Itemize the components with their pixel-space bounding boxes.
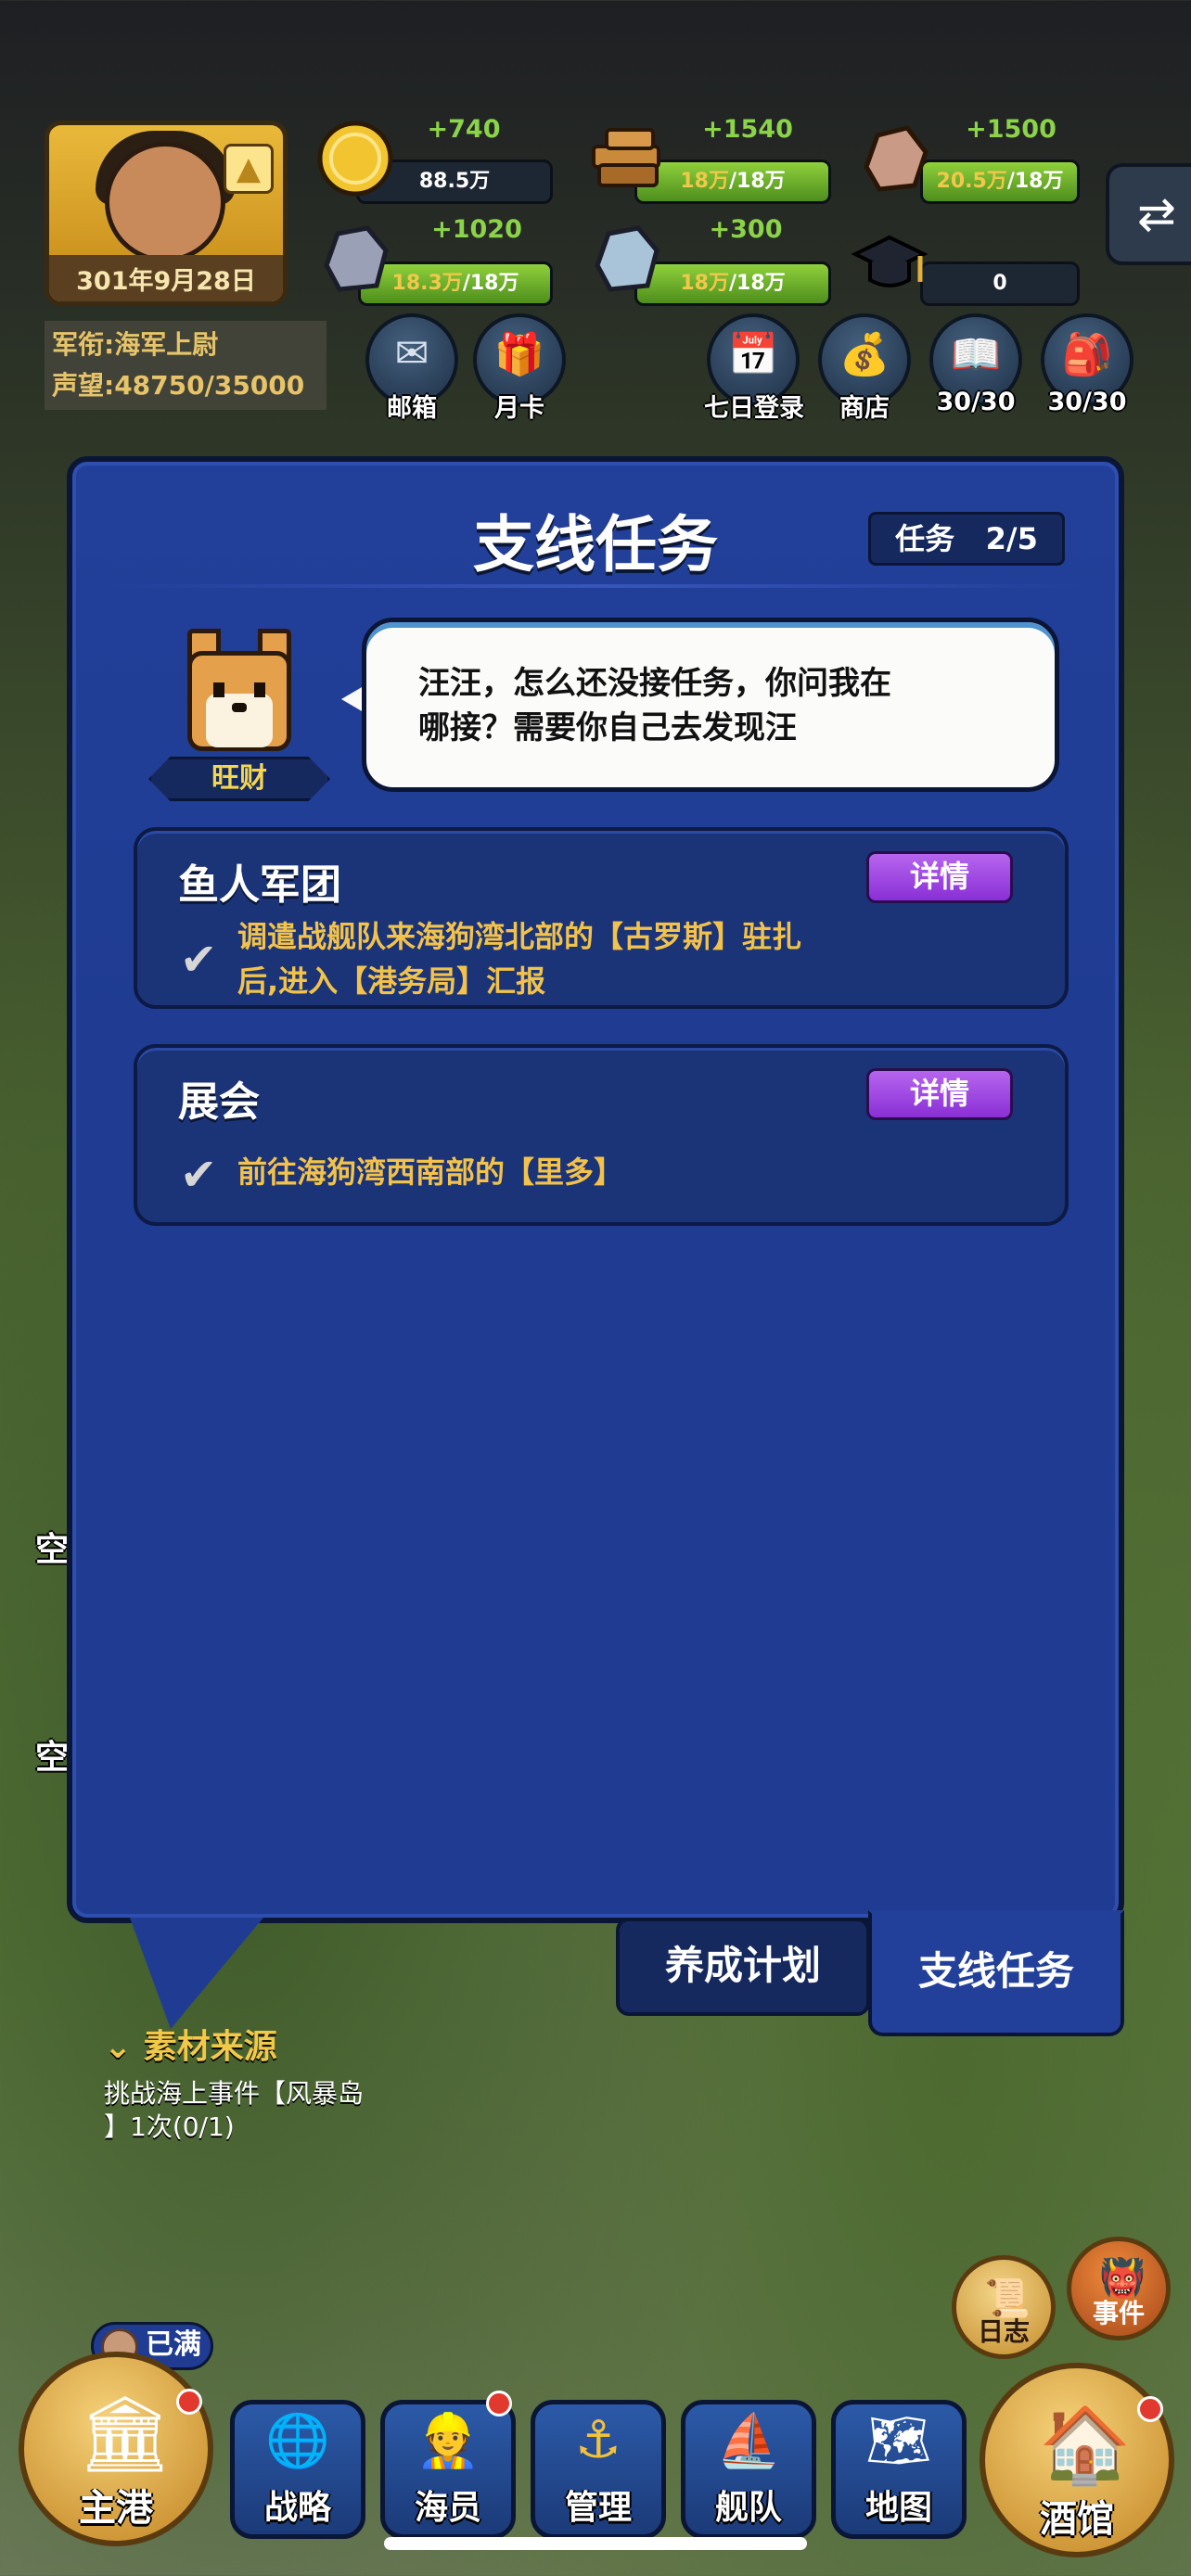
notification-dot	[486, 2391, 512, 2417]
bag-count: 30/30	[1047, 388, 1127, 416]
nav-crew-label: 海员	[414, 2489, 481, 2527]
nav-map[interactable]: 🗺 地图	[831, 2400, 967, 2539]
nav-tavern[interactable]: 🏠 酒馆	[980, 2363, 1174, 2557]
title-divider	[109, 584, 1082, 588]
stone-plus: +1500	[966, 115, 1057, 144]
wood-plus: +1540	[702, 115, 793, 144]
nav-crew[interactable]: 👷 海员	[380, 2400, 516, 2539]
task-card-fishman-legion: 鱼人军团 详情 ✔ 调遣战舰队来海狗湾北部的【古罗斯】驻扎 后,进入【港务局】汇…	[134, 827, 1069, 1009]
anchor-icon: ⚓	[574, 2410, 622, 2470]
ship-icon: ⛵	[716, 2411, 781, 2471]
crystal-plus: +300	[709, 215, 783, 244]
notification-dot	[176, 2389, 202, 2415]
swap-arrows-icon: ⇄	[1137, 187, 1176, 241]
gift-icon: 🎁	[493, 331, 545, 378]
nav-strategy[interactable]: 🌐 战略	[230, 2400, 365, 2539]
open-book-icon: 📖	[950, 331, 1002, 378]
nav-manage-label: 管理	[564, 2489, 632, 2527]
swap-button[interactable]: ⇄	[1106, 163, 1191, 265]
globe-icon: 🌐	[265, 2411, 330, 2471]
material-source-desc: 挑战海上事件【风暴岛 】1次(0/1)	[104, 2078, 365, 2142]
side-slot-label: 空	[34, 1739, 69, 1777]
side-slot-label: 空	[34, 1531, 69, 1569]
shop-label: 商店	[839, 394, 890, 423]
book-count: 30/30	[936, 388, 1016, 416]
stone-bar: 20.5万/18万	[920, 159, 1080, 204]
wood-icon	[586, 119, 666, 198]
envelope-icon: ✉	[394, 330, 429, 377]
task-detail-button[interactable]: 详情	[866, 851, 1013, 903]
monthly-card-label: 月卡	[494, 394, 544, 423]
task-description: 前往海狗湾西南部的【里多】	[237, 1154, 624, 1190]
backpack-icon: 🎒	[1061, 331, 1113, 378]
task-name: 鱼人军团	[178, 861, 341, 909]
material-source-title: ⌄ 素材来源	[104, 2028, 277, 2066]
notification-dot	[1137, 2396, 1163, 2422]
nav-fleet[interactable]: ⛵ 舰队	[681, 2400, 816, 2539]
iron-ore-icon	[315, 219, 395, 299]
tab-side-quests[interactable]: 支线任务	[868, 1910, 1124, 2036]
log-label: 日志	[977, 2316, 1030, 2347]
nav-map-label: 地图	[864, 2489, 932, 2527]
chevron-down-icon: ⌄	[104, 2028, 133, 2066]
calendar-icon: 📅	[727, 331, 779, 378]
panel-tail	[130, 1918, 263, 2029]
player-avatar[interactable]: ▲ 301年9月28日	[45, 121, 288, 306]
npc-speech-bubble: 汪汪，怎么还没接任务，你问我在 哪接？需要你自己去发现汪	[362, 618, 1059, 792]
task-card-exhibition: 展会 详情 ✔ 前往海狗湾西南部的【里多】	[134, 1044, 1069, 1226]
gold-plus: +740	[427, 115, 501, 144]
checkmark-icon: ✔	[180, 1149, 218, 1201]
nav-tavern-label: 酒馆	[1040, 2498, 1114, 2541]
tavern-building-icon: 🏠	[1039, 2402, 1132, 2488]
task-description: 调遣战舰队来海狗湾北部的【古罗斯】驻扎 后,进入【港务局】汇报	[237, 919, 802, 999]
seven-day-login-label: 七日登录	[704, 394, 804, 423]
tab-training-plan[interactable]: 养成计划	[616, 1918, 870, 2016]
log-button[interactable]: 📜 日志	[952, 2255, 1056, 2359]
academy-value: 0	[992, 272, 1007, 295]
crew-member-icon: 👷	[416, 2411, 480, 2471]
harbor-building-icon: 🏛	[78, 2391, 173, 2477]
event-button[interactable]: 👹 事件	[1067, 2237, 1171, 2340]
nav-manage[interactable]: ⚓ 管理	[531, 2400, 666, 2539]
speech-line: 哪接？需要你自己去发现汪	[418, 709, 797, 746]
nav-harbor-label: 主港	[79, 2487, 153, 2530]
mail-label: 邮箱	[387, 394, 437, 423]
game-date: 301年9月28日	[49, 255, 283, 301]
academy-bar: 0	[920, 261, 1080, 306]
crystal-ore-icon	[586, 219, 666, 299]
side-quest-panel: 支线任务 任务 2/5 旺财 汪汪，怎么还没接任务，你问我在 哪接？需要你自己去…	[67, 456, 1124, 1923]
home-indicator[interactable]	[384, 2537, 807, 2550]
stone-icon	[853, 119, 933, 198]
graduation-cap-icon	[850, 223, 929, 302]
task-counter: 任务 2/5	[868, 512, 1065, 566]
money-bag-icon: 💰	[839, 331, 890, 378]
fame-label: 声望:48750/35000	[52, 370, 305, 401]
stone-value: 20.5万/18万	[936, 170, 1064, 193]
rank-up-icon: ▲	[224, 144, 274, 194]
map-icon: 🗺	[865, 2411, 932, 2471]
gold-coin-icon	[315, 119, 395, 198]
iron-plus: +1020	[431, 215, 522, 244]
rank-info: 军衔:海军上尉 声望:48750/35000	[45, 321, 327, 410]
npc-name: 旺财	[148, 757, 330, 801]
avatar-face	[105, 142, 225, 262]
nav-fleet-label: 舰队	[714, 2489, 782, 2527]
material-source-hint[interactable]: ⌄ 素材来源 挑战海上事件【风暴岛 】1次(0/1)	[104, 2020, 438, 2144]
task-detail-button[interactable]: 详情	[866, 1068, 1013, 1120]
event-label: 事件	[1092, 2298, 1145, 2328]
nav-strategy-label: 战略	[263, 2489, 331, 2527]
checkmark-icon: ✔	[180, 934, 218, 986]
rank-label: 军衔:海军上尉	[52, 329, 219, 360]
speech-line: 汪汪，怎么还没接任务，你问我在	[418, 665, 891, 702]
nav-harbor[interactable]: 🏛 主港	[19, 2352, 213, 2546]
task-name: 展会	[178, 1078, 260, 1126]
shiba-dog-npc-icon	[174, 629, 304, 768]
